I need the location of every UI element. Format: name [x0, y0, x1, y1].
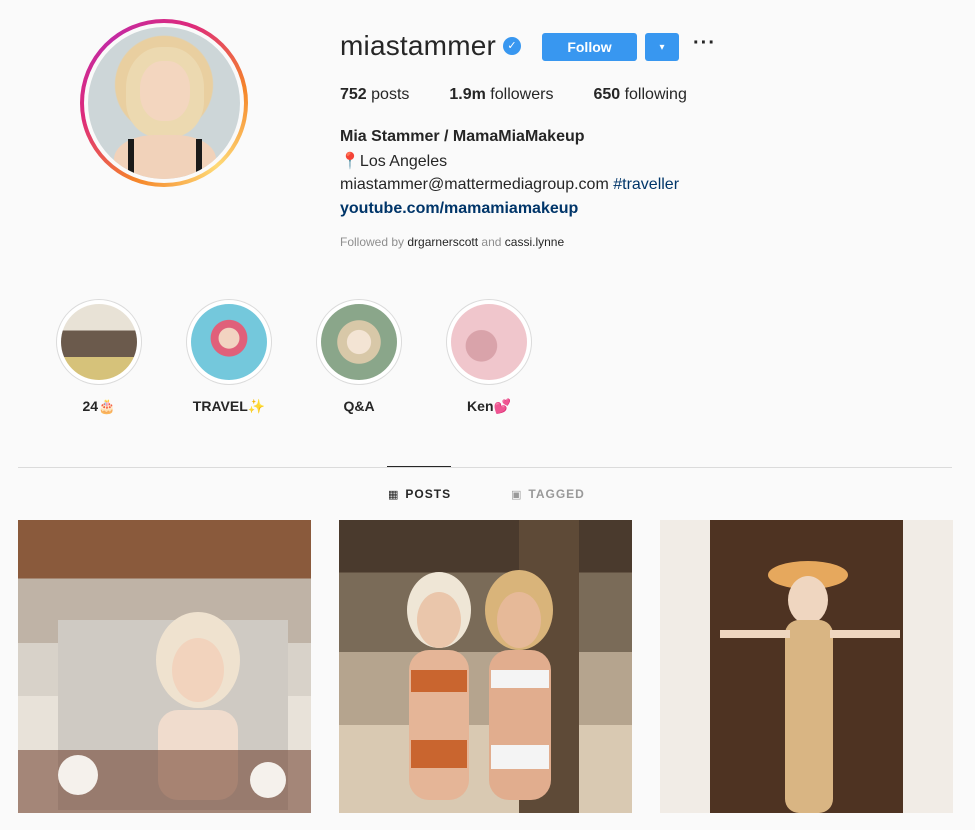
profile-website-link[interactable]: youtube.com/mamamiamakeup — [340, 200, 578, 218]
followers-count-value: 1.9m — [449, 86, 486, 103]
story-highlight[interactable]: 24🎂 — [49, 299, 149, 415]
followed-by-account-link[interactable]: cassi.lynne — [505, 235, 564, 249]
post-image — [18, 612, 311, 813]
posts-count-label: posts — [366, 86, 410, 103]
section-divider — [18, 467, 952, 468]
avatar-strap — [128, 139, 134, 179]
posts-count-value: 752 — [340, 86, 367, 103]
tab-tagged-label: TAGGED — [528, 487, 585, 501]
profile-full-name: Mia Stammer / MamaMiaMakeup — [340, 128, 585, 145]
followers-label: followers — [485, 86, 554, 103]
verified-badge-icon: ✓ — [503, 37, 521, 55]
post-thumbnail[interactable] — [660, 520, 953, 813]
profile-stats: 752 posts 1.9m followers 650 following — [340, 86, 727, 104]
more-options-icon[interactable]: ··· — [693, 33, 715, 61]
profile-username: miastammer — [340, 30, 497, 61]
highlight-label: TRAVEL✨ — [192, 398, 266, 414]
post-thumbnail[interactable] — [339, 520, 632, 813]
grid-icon: ▦ — [388, 488, 400, 501]
highlight-label: 24🎂 — [82, 398, 116, 414]
followers-link[interactable]: 1.9m followers — [449, 86, 553, 104]
bio-hashtag-link[interactable]: #traveller — [613, 176, 679, 193]
highlight-cover — [191, 304, 267, 380]
tab-posts[interactable]: ▦ POSTS — [388, 487, 451, 501]
bio-email: miastammer@mattermediagroup.com — [340, 176, 614, 193]
avatar-face — [140, 61, 190, 121]
post-image — [710, 520, 903, 813]
suggestions-dropdown-button[interactable]: ▾ — [645, 33, 679, 61]
highlight-label: Ken💕 — [467, 398, 511, 414]
followed-by-and: and — [478, 235, 505, 249]
highlight-cover — [61, 304, 137, 380]
tab-posts-label: POSTS — [405, 487, 452, 501]
follow-button[interactable]: Follow — [542, 33, 637, 61]
avatar-strap — [196, 139, 202, 179]
story-highlight[interactable]: TRAVEL✨ — [179, 299, 279, 415]
tagged-icon: ▣ — [511, 488, 523, 501]
highlight-cover — [451, 304, 527, 380]
pin-icon: 📍 — [340, 153, 360, 170]
location-text: Los Angeles — [359, 153, 448, 170]
avatar-gap — [84, 23, 244, 183]
highlight-cover — [321, 304, 397, 380]
followed-by-prefix: Followed by — [340, 235, 408, 249]
caret-down-icon: ▾ — [659, 41, 665, 53]
highlight-ring — [446, 299, 532, 385]
profile-bio-contact: miastammer@mattermediagroup.com #travell… — [340, 176, 679, 194]
story-highlight[interactable]: Ken💕 — [439, 299, 539, 415]
highlight-ring — [316, 299, 402, 385]
following-count-value: 650 — [593, 86, 621, 103]
post-thumbnail[interactable] — [18, 520, 311, 813]
highlight-ring — [56, 299, 142, 385]
avatar[interactable] — [88, 27, 240, 179]
story-highlight[interactable]: Q&A — [309, 299, 409, 414]
following-label: following — [620, 86, 687, 103]
highlight-ring — [186, 299, 272, 385]
followed-by-account-link[interactable]: drgarnerscott — [407, 235, 478, 249]
posts-count: 752 posts — [340, 86, 409, 104]
profile-location: 📍Los Angeles — [340, 151, 447, 171]
active-tab-indicator — [387, 466, 451, 467]
followed-by: Followed by drgarnerscott and cassi.lynn… — [340, 235, 564, 249]
following-link[interactable]: 650 following — [593, 86, 686, 104]
highlight-label: Q&A — [343, 398, 375, 414]
post-image — [407, 520, 579, 813]
tab-tagged[interactable]: ▣ TAGGED — [511, 487, 585, 501]
profile-avatar-ring[interactable] — [80, 19, 248, 187]
